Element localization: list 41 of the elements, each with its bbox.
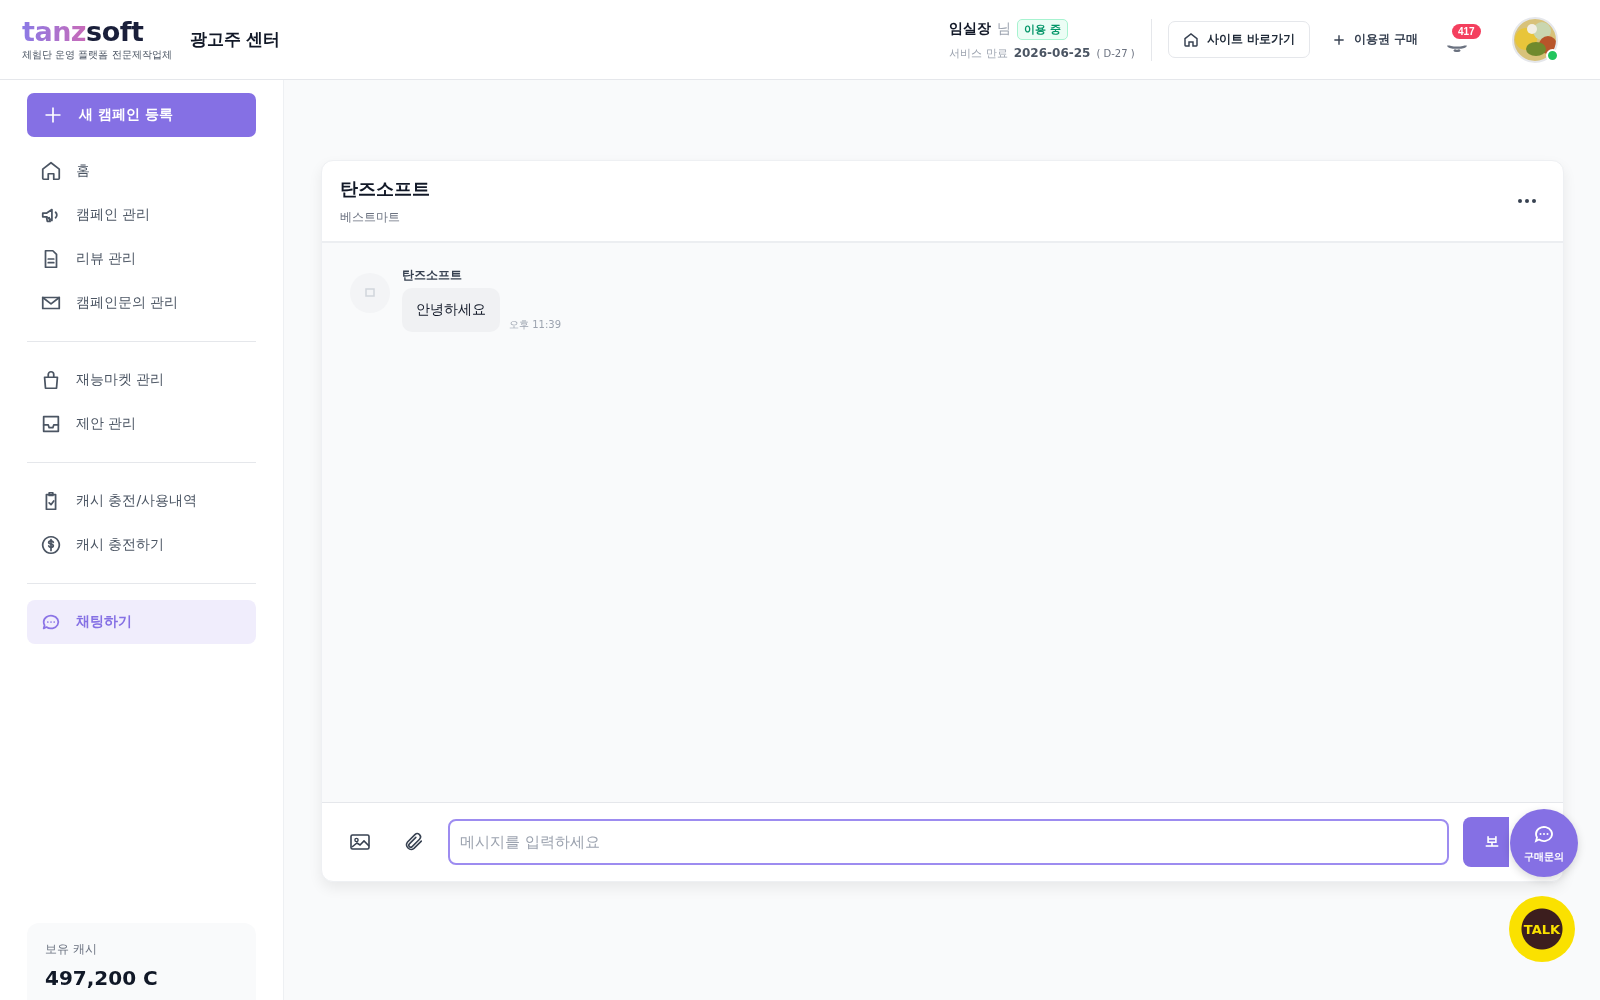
honorific: 님 [997,20,1012,38]
site-link-button[interactable]: 사이트 바로가기 [1167,21,1310,58]
more-icon [1517,198,1537,204]
d-day: ( D-27 ) [1096,47,1135,59]
avatar-icon [350,273,390,313]
center-title: 광고주 센터 [189,28,281,51]
sidebar-item[interactable]: 캠페인 관리 [27,193,256,237]
kakao-talk-button[interactable]: TALK [1509,896,1575,962]
bell-icon [1446,43,1468,52]
cash-balance: 497,200 C [45,966,159,990]
new-campaign-button[interactable]: 새 캠페인 등록 [27,93,256,137]
sidebar-item[interactable]: 홈 [27,149,256,193]
menu-item-icon [40,160,62,182]
sender-name: 탄즈소프트 [402,267,463,284]
menu-item-icon [40,534,62,556]
sidebar-item[interactable]: 캠페인문의 관리 [27,281,256,325]
paperclip-icon [403,831,425,853]
user-name: 임실장 [949,20,992,38]
message-bubble: 안녕하세요 [402,288,500,332]
notification-button[interactable]: 417 [1440,19,1484,60]
plus-icon [1331,32,1346,47]
expiry-date: 2026-06-25 [1013,46,1091,60]
sidebar-item[interactable]: 제안 관리 [27,402,256,446]
tagline: 체험단 운영 플랫폼 전문제작업체 [22,47,172,62]
cash-label: 보유 캐시 [45,941,98,958]
send-button[interactable]: 보 [1463,817,1509,867]
chat-title: 탄즈소프트 [340,176,430,201]
menu-item-icon [40,413,62,435]
status-badge: 이용 중 [1017,18,1068,40]
sidebar-item[interactable]: 캐시 충전하기 [27,523,256,567]
expiry-label: 서비스 만료 [949,45,1008,61]
home-icon [1182,31,1199,48]
message-input[interactable]: 메시지를 입력하세요 [448,819,1449,865]
buy-pass-button[interactable]: 이용권 구매 [1325,30,1424,49]
message-time: 오후 11:39 [509,318,561,332]
sidebar-item[interactable]: 재능마켓 관리 [27,358,256,402]
sidebar-item[interactable]: 리뷰 관리 [27,237,256,281]
notification-badge: 417 [1452,23,1481,39]
plus-icon [43,105,63,125]
chat-subtitle: 베스트마트 [340,208,401,226]
sidebar-item[interactable]: 캐시 충전/사용내역 [27,479,256,523]
